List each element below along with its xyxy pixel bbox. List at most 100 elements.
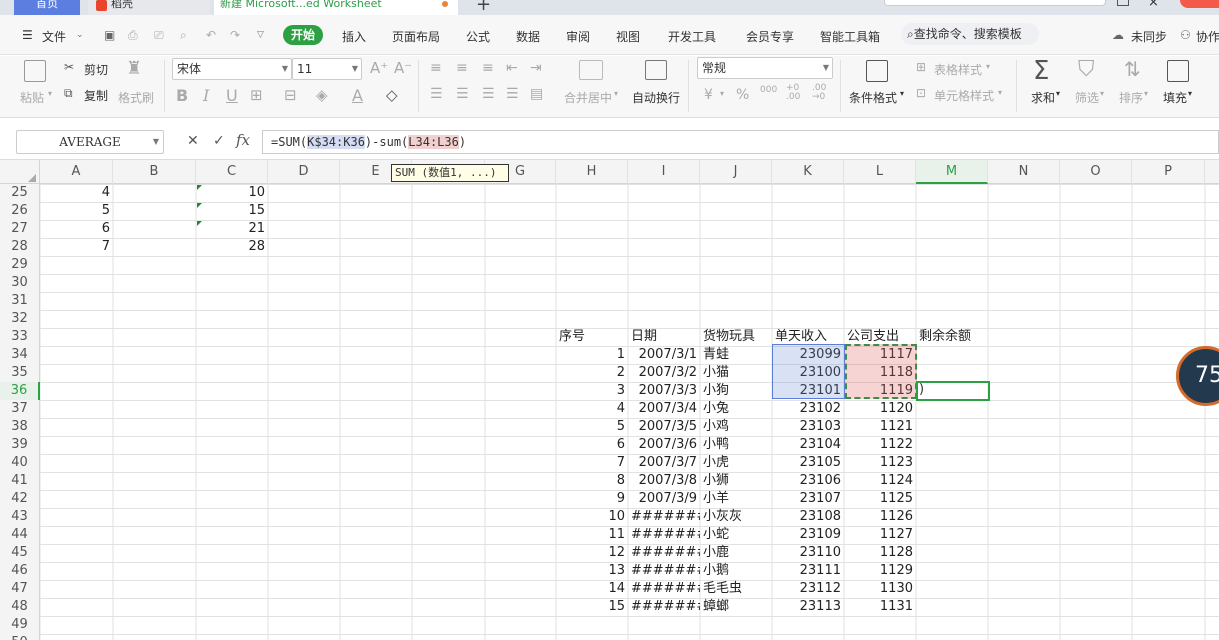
- justify-icon[interactable]: ☰: [506, 86, 519, 102]
- cell-C27[interactable]: 21: [196, 220, 268, 238]
- row-header-44[interactable]: 44: [0, 526, 40, 544]
- row-header-32[interactable]: 32: [0, 310, 40, 328]
- column-header-O[interactable]: O: [1060, 160, 1132, 184]
- table-cell-toy[interactable]: 青蛙: [700, 346, 772, 364]
- tab-member[interactable]: 会员专享: [746, 28, 794, 45]
- font-color-icon[interactable]: A: [352, 86, 363, 105]
- table-cell-income[interactable]: 23113: [772, 598, 844, 616]
- cell-C28[interactable]: 28: [196, 238, 268, 256]
- align-top-icon[interactable]: ≡: [430, 60, 442, 76]
- border-icon[interactable]: ⊞: [250, 86, 263, 104]
- table-cell-expense[interactable]: 1121: [844, 418, 916, 436]
- close-window-icon[interactable]: ×: [1148, 0, 1159, 10]
- row-header-48[interactable]: 48: [0, 598, 40, 616]
- table-cell-date[interactable]: ########: [628, 598, 700, 616]
- merge-dropdown-icon[interactable]: ▾: [614, 89, 618, 98]
- column-header-B[interactable]: B: [113, 160, 196, 184]
- table-header-cell[interactable]: 货物玩具: [700, 328, 772, 346]
- filter-button[interactable]: 筛选: [1075, 89, 1099, 106]
- cell-C25[interactable]: 10: [196, 184, 268, 202]
- row-header-50[interactable]: 50: [0, 634, 40, 640]
- cell-A25[interactable]: 4: [40, 184, 113, 202]
- filter-icon[interactable]: ⛉: [1078, 57, 1095, 82]
- tab-formulas[interactable]: 公式: [466, 28, 490, 45]
- sum-dropdown-icon[interactable]: ▾: [1056, 89, 1060, 98]
- column-header-C[interactable]: C: [196, 160, 268, 184]
- table-header-cell[interactable]: 日期: [628, 328, 700, 346]
- font-size-select[interactable]: 11 ▼: [292, 58, 362, 80]
- column-header-A[interactable]: A: [40, 160, 113, 184]
- table-cell-expense[interactable]: 1127: [844, 526, 916, 544]
- table-cell-toy[interactable]: 蟑螂: [700, 598, 772, 616]
- table-cell-expense[interactable]: 1128: [844, 544, 916, 562]
- fill-icon[interactable]: [1167, 60, 1189, 82]
- table-cell-toy[interactable]: 小虎: [700, 454, 772, 472]
- sort-dropdown-icon[interactable]: ▾: [1144, 89, 1148, 98]
- cell-C26[interactable]: 15: [196, 202, 268, 220]
- undo-icon[interactable]: ↶: [206, 28, 216, 42]
- row-header-47[interactable]: 47: [0, 580, 40, 598]
- table-cell-expense[interactable]: 1120: [844, 400, 916, 418]
- cell-A26[interactable]: 5: [40, 202, 113, 220]
- table-header-cell[interactable]: 剩余余额: [916, 328, 988, 346]
- table-cell-date[interactable]: ########: [628, 562, 700, 580]
- column-header-M[interactable]: M: [916, 160, 988, 184]
- row-header-28[interactable]: 28: [0, 238, 40, 256]
- table-cell-toy[interactable]: 小灰灰: [700, 508, 772, 526]
- top-search-field[interactable]: [884, 0, 1106, 6]
- row-header-26[interactable]: 26: [0, 202, 40, 220]
- redo-icon[interactable]: ↷: [230, 28, 240, 42]
- column-header-P[interactable]: P: [1132, 160, 1205, 184]
- table-cell-date[interactable]: 2007/3/9: [628, 490, 700, 508]
- table-cell-date[interactable]: ########: [628, 544, 700, 562]
- tab-smart-tools[interactable]: 智能工具箱: [820, 28, 880, 45]
- row-header-35[interactable]: 35: [0, 364, 40, 382]
- number-format-select[interactable]: 常规 ▼: [697, 57, 833, 79]
- preview-icon[interactable]: ⌕: [180, 28, 187, 43]
- row-header-33[interactable]: 33: [0, 328, 40, 346]
- table-cell-income[interactable]: 23111: [772, 562, 844, 580]
- file-menu-icon[interactable]: ☰: [22, 28, 33, 42]
- active-cell-M36[interactable]: ): [916, 381, 990, 401]
- column-header-J[interactable]: J: [700, 160, 772, 184]
- save-icon[interactable]: ▣: [104, 28, 115, 42]
- table-cell-income[interactable]: 23107: [772, 490, 844, 508]
- insert-function-button[interactable]: fx: [236, 131, 250, 149]
- percent-button[interactable]: %: [736, 87, 749, 103]
- table-cell-date[interactable]: ########: [628, 508, 700, 526]
- table-cell-seq[interactable]: 7: [556, 454, 628, 472]
- paste-dropdown-icon[interactable]: ▾: [48, 89, 52, 98]
- align-middle-icon[interactable]: ≡: [456, 60, 468, 76]
- table-header-cell[interactable]: 序号: [556, 328, 628, 346]
- table-cell-date[interactable]: 2007/3/1: [628, 346, 700, 364]
- restore-window-icon[interactable]: [1117, 0, 1129, 6]
- row-header-27[interactable]: 27: [0, 220, 40, 238]
- conditional-format-icon[interactable]: [866, 60, 888, 82]
- tab-review[interactable]: 审阅: [566, 28, 590, 45]
- merge-center-button[interactable]: 合并居中: [564, 89, 612, 106]
- row-header-31[interactable]: 31: [0, 292, 40, 310]
- fill-color-icon[interactable]: ◈: [316, 86, 328, 104]
- table-cell-income[interactable]: 23106: [772, 472, 844, 490]
- table-cell-seq[interactable]: 12: [556, 544, 628, 562]
- cut-button[interactable]: 剪切: [84, 61, 108, 78]
- table-cell-date[interactable]: 2007/3/4: [628, 400, 700, 418]
- table-cell-toy[interactable]: 小兔: [700, 400, 772, 418]
- copy-button[interactable]: 复制: [84, 87, 108, 104]
- fill-dropdown-icon[interactable]: ▾: [1188, 89, 1192, 98]
- tab-start[interactable]: 开始: [283, 25, 323, 45]
- filter-dropdown-icon[interactable]: ▾: [1100, 89, 1104, 98]
- table-cell-seq[interactable]: 5: [556, 418, 628, 436]
- column-header-K[interactable]: K: [772, 160, 844, 184]
- spreadsheet-grid[interactable]: ABCDEFGHIJKLMNOP 25262728293031323334353…: [0, 160, 1219, 640]
- user-badge[interactable]: [1180, 0, 1219, 8]
- table-cell-expense[interactable]: 1131: [844, 598, 916, 616]
- tab-document[interactable]: 新建 Microsoft...ed Worksheet: [214, 0, 458, 15]
- formula-input[interactable]: =SUM(K$34:K36)-sum(L34:L36): [262, 130, 1219, 154]
- table-cell-income[interactable]: 23110: [772, 544, 844, 562]
- decrease-decimal-icon[interactable]: .00 →0: [812, 84, 826, 102]
- conditional-format-button[interactable]: 条件格式: [849, 89, 897, 106]
- fill-button[interactable]: 填充: [1163, 89, 1187, 106]
- column-header-L[interactable]: L: [844, 160, 916, 184]
- table-cell-toy[interactable]: 小狗: [700, 382, 772, 400]
